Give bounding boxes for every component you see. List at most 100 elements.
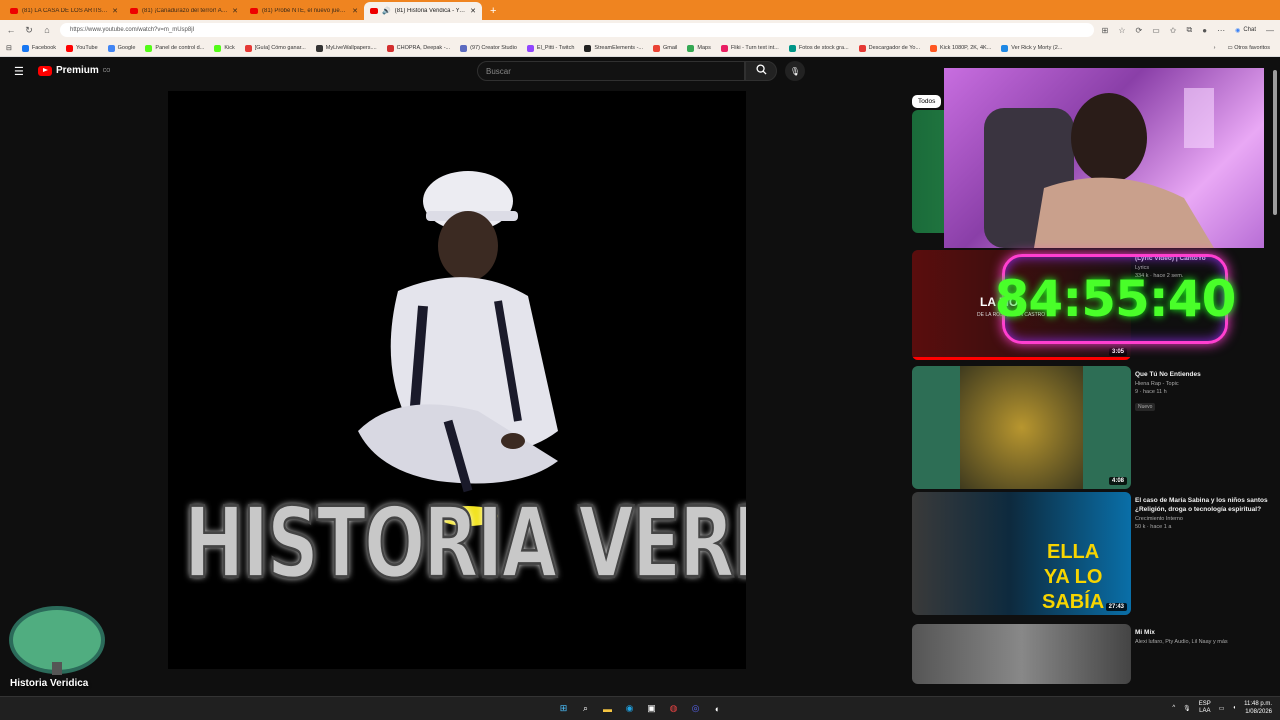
reload-icon[interactable]: ↻ xyxy=(24,25,34,36)
overlay-title: Historia Veridica xyxy=(10,678,89,689)
bookmark-item[interactable]: Kick xyxy=(214,44,235,52)
chrome-icon[interactable]: ◍ xyxy=(666,701,681,716)
bookmark-favicon-icon xyxy=(66,44,74,52)
timer-value: 84:55:40 xyxy=(994,270,1237,328)
bookmark-item[interactable]: Maps xyxy=(687,44,711,52)
browser-tab[interactable]: (81) ¡Cañadurazo del terror! Así A ✕ xyxy=(124,2,244,20)
thumbnail-text: YA LO xyxy=(1043,566,1103,588)
other-favorites[interactable]: ▭ Otros favoritos xyxy=(1228,45,1271,51)
video-duration: 27:43 xyxy=(1105,603,1127,611)
apps-icon[interactable]: ⊞ xyxy=(1102,26,1109,35)
discord-icon[interactable]: ◎ xyxy=(688,701,703,716)
video-thumbnail[interactable]: ELLA YA LO SABÍA 27:43 xyxy=(912,492,1131,615)
browser-tab-active[interactable]: 🔊(81) Historia Veridica - YouTube ✕ xyxy=(364,2,482,20)
bookmark-favicon-icon xyxy=(930,44,938,52)
voice-search-button[interactable]: 🎙 xyxy=(785,61,805,81)
bookmark-label: (97) Creator Studio xyxy=(470,45,517,51)
home-icon[interactable]: ⌂ xyxy=(42,25,52,35)
store-icon[interactable]: ▣ xyxy=(644,701,659,716)
chevron-up-icon[interactable]: ^ xyxy=(1172,705,1175,711)
bookmark-item[interactable]: Ver Rick y Morty (2... xyxy=(1001,44,1063,52)
chevron-right-icon[interactable]: › xyxy=(1214,45,1216,51)
back-icon[interactable]: ← xyxy=(6,25,16,35)
video-title[interactable]: El caso de María Sabina y los niños sant… xyxy=(1135,496,1270,514)
split-icon[interactable]: ▭ xyxy=(1152,26,1160,35)
close-icon[interactable]: ✕ xyxy=(352,7,358,15)
copilot-chat-button[interactable]: ◉ Chat xyxy=(1235,27,1256,34)
youtube-logo[interactable]: Premium CO xyxy=(38,65,110,76)
search-button[interactable] xyxy=(745,61,777,81)
bookmark-favicon-icon xyxy=(386,44,394,52)
bookmark-item[interactable]: (97) Creator Studio xyxy=(460,44,517,52)
sidebar-icon[interactable]: ⊟ xyxy=(6,44,12,52)
steam-icon[interactable]: ◐ xyxy=(710,701,725,716)
bookmark-item[interactable]: Google xyxy=(107,44,135,52)
bookmark-label: Panel de control d... xyxy=(155,45,205,51)
chat-label: Chat xyxy=(1243,27,1256,33)
star-icon[interactable]: ☆ xyxy=(1118,26,1125,35)
search-icon xyxy=(755,64,767,78)
bookmark-item[interactable]: Facebook xyxy=(21,44,56,52)
channel-name[interactable]: Hiena Rap - Topic xyxy=(1135,381,1270,387)
browser-tab[interactable]: (81) LA CASA DE LOS ARTISTAS ✕ xyxy=(4,2,124,20)
volume-icon[interactable]: ◖ xyxy=(1232,705,1236,711)
network-icon[interactable]: ▭ xyxy=(1219,705,1225,712)
new-tab-button[interactable]: + xyxy=(482,2,504,20)
collections-icon[interactable]: ⧉ xyxy=(1187,25,1193,35)
menu-icon[interactable]: ☰ xyxy=(14,65,24,78)
video-title[interactable]: Mi Mix xyxy=(1135,628,1270,637)
close-icon[interactable]: ✕ xyxy=(470,7,476,15)
file-explorer-icon[interactable]: ▬ xyxy=(600,701,615,716)
bookmark-item[interactable]: Kick 1080P, 2K, 4K... xyxy=(930,44,992,52)
video-player[interactable]: HISTORIA VERIDICA xyxy=(168,91,746,669)
bookmark-favicon-icon xyxy=(460,44,468,52)
youtube-icon xyxy=(10,8,18,14)
start-icon[interactable]: ⊞ xyxy=(556,701,571,716)
video-title[interactable]: Que Tú No Entiendes xyxy=(1135,370,1270,379)
bookmark-label: [Guía] Cómo ganar... xyxy=(254,45,306,51)
bookmark-item[interactable]: Fliki - Turn text int... xyxy=(720,44,779,52)
bookmark-label: Gmail xyxy=(663,45,678,51)
bookmark-favicon-icon xyxy=(315,44,323,52)
profile-icon[interactable]: ● xyxy=(1202,26,1207,35)
page-scrollbar[interactable] xyxy=(1273,70,1277,215)
bookmark-label: Ver Rick y Morty (2... xyxy=(1011,45,1063,51)
browser-tab-bar: (81) LA CASA DE LOS ARTISTAS ✕ (81) ¡Caña… xyxy=(0,0,1280,20)
bookmark-item[interactable]: YouTube xyxy=(66,44,98,52)
channel-name[interactable]: Crecimiento Interno xyxy=(1135,516,1270,522)
bookmark-favicon-icon xyxy=(244,44,252,52)
bookmark-item[interactable]: StreamElements -... xyxy=(584,44,643,52)
bookmark-item[interactable]: [Guía] Cómo ganar... xyxy=(244,44,306,52)
url-field[interactable]: https://www.youtube.com/watch?v=m_mUsp8j… xyxy=(60,23,1094,37)
bookmark-item[interactable]: El_Pitti - Twitch xyxy=(526,44,574,52)
more-icon[interactable]: ⋯ xyxy=(1217,26,1225,35)
speaker-icon[interactable]: 🔊 xyxy=(382,7,391,15)
refresh-icon[interactable]: ⟳ xyxy=(1136,26,1143,35)
bookmark-favicon-icon xyxy=(858,44,866,52)
close-icon[interactable]: ✕ xyxy=(232,7,238,15)
video-thumbnail[interactable] xyxy=(912,624,1131,684)
channel-name[interactable]: Alexi lufaro, Pty Audio, Lil Naay y más xyxy=(1135,639,1270,645)
close-icon[interactable]: ✕ xyxy=(112,7,118,15)
tab-label: (81) LA CASA DE LOS ARTISTAS xyxy=(22,8,109,14)
bookmark-label: Kick 1080P, 2K, 4K... xyxy=(940,45,992,51)
bookmark-item[interactable]: CHOPRA, Deepak -... xyxy=(386,44,450,52)
bookmark-item[interactable]: Fotos de stock gra... xyxy=(788,44,849,52)
browser-tab[interactable]: (81) Probé NTE, el nuevo juego GT ✕ xyxy=(244,2,364,20)
bookmark-item[interactable]: Gmail xyxy=(653,44,678,52)
favorites-icon[interactable]: ✩ xyxy=(1170,26,1177,35)
watch-progress-bar xyxy=(912,357,1131,360)
microphone-icon[interactable]: 🎙 xyxy=(1183,705,1191,712)
language-indicator[interactable]: ESP LAA xyxy=(1199,701,1211,715)
bookmark-item[interactable]: Descargador de Yo... xyxy=(858,44,920,52)
bookmark-item[interactable]: MyLiveWallpapers.... xyxy=(315,44,377,52)
bookmarks-right: › ▭ Otros favoritos xyxy=(1214,45,1280,51)
video-thumbnail[interactable]: 4:08 xyxy=(912,366,1131,489)
clock[interactable]: 11:48 p.m. 1/08/2026 xyxy=(1244,700,1272,716)
edge-icon[interactable]: ◉ xyxy=(622,701,637,716)
chip-all[interactable]: Todos xyxy=(912,95,942,108)
minimize-icon[interactable]: — xyxy=(1266,26,1274,35)
search-input[interactable]: Buscar xyxy=(477,61,745,81)
search-icon[interactable]: ⌕ xyxy=(578,701,593,716)
bookmark-item[interactable]: Panel de control d... xyxy=(145,44,205,52)
